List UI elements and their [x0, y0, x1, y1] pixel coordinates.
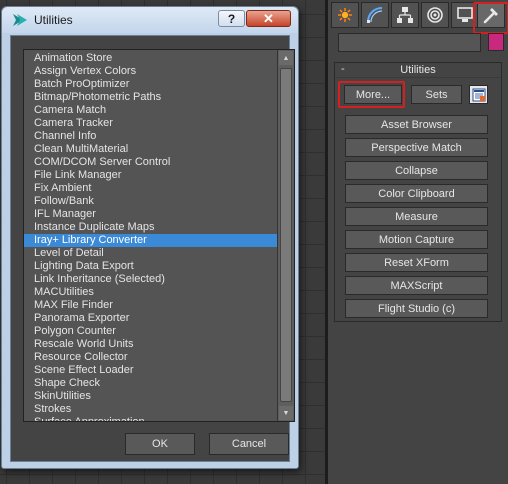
list-item[interactable]: Rescale World Units — [24, 338, 277, 351]
more-button-highlight — [338, 81, 405, 108]
list-item[interactable]: Animation Store — [24, 52, 277, 65]
dialog-title: Utilities — [34, 13, 73, 27]
object-color-swatch[interactable] — [488, 33, 504, 51]
utility-button[interactable]: Reset XForm — [345, 253, 488, 272]
list-item[interactable]: COM/DCOM Server Control — [24, 156, 277, 169]
scroll-down-arrow-icon[interactable]: ▼ — [279, 406, 293, 420]
tab-create[interactable] — [331, 2, 359, 28]
app-logo-icon — [13, 14, 27, 26]
list-item[interactable]: Camera Tracker — [24, 117, 277, 130]
list-item[interactable]: Camera Match — [24, 104, 277, 117]
list-item[interactable]: Surface Approximation — [24, 416, 277, 421]
utilities-list-items: Animation Store Assign Vertex Colors Batch… — [24, 52, 277, 421]
list-item[interactable]: File Link Manager — [24, 169, 277, 182]
display-icon — [457, 7, 473, 22]
scroll-thumb[interactable] — [280, 68, 292, 402]
utility-button[interactable]: Color Clipboard — [345, 184, 488, 203]
list-item[interactable]: Assign Vertex Colors — [24, 65, 277, 78]
collapse-icon: - — [341, 63, 345, 75]
list-item[interactable]: Iray+ Library Converter — [24, 234, 277, 247]
utilities-list[interactable]: Animation Store Assign Vertex Colors Batch… — [23, 49, 295, 422]
utility-button[interactable]: Measure — [345, 207, 488, 226]
list-item[interactable]: Shape Check — [24, 377, 277, 390]
sets-button[interactable]: Sets — [411, 85, 462, 104]
utility-button[interactable]: Perspective Match — [345, 138, 488, 157]
list-item[interactable]: Batch ProOptimizer — [24, 78, 277, 91]
utility-button[interactable]: Asset Browser — [345, 115, 488, 134]
list-item[interactable]: Bitmap/Photometric Paths — [24, 91, 277, 104]
list-item[interactable]: Follow/Bank — [24, 195, 277, 208]
utilities-dialog: Utilities ? ✕ Animation Store Assign Vert… — [1, 6, 299, 469]
list-item[interactable]: Channel Info — [24, 130, 277, 143]
list-item[interactable]: Strokes — [24, 403, 277, 416]
rollout-top-buttons: More... Sets — [335, 81, 501, 108]
list-item[interactable]: Lighting Data Export — [24, 260, 277, 273]
utility-button[interactable]: Collapse — [345, 161, 488, 180]
list-item[interactable]: Polygon Counter — [24, 325, 277, 338]
list-item[interactable]: Clean MultiMaterial — [24, 143, 277, 156]
list-item[interactable]: Resource Collector — [24, 351, 277, 364]
command-panel: - Utilities More... Sets Asset Browser P… — [328, 0, 508, 484]
dialog-title-bar[interactable]: Utilities ? ✕ — [2, 7, 298, 33]
list-item[interactable]: Panorama Exporter — [24, 312, 277, 325]
list-item[interactable]: IFL Manager — [24, 208, 277, 221]
utilities-rollout: - Utilities More... Sets Asset Browser P… — [334, 62, 502, 322]
modify-icon — [367, 7, 383, 23]
hierarchy-icon — [397, 7, 413, 23]
list-item[interactable]: SkinUtilities — [24, 390, 277, 403]
list-item[interactable]: Scene Effect Loader — [24, 364, 277, 377]
configure-button-sets[interactable] — [469, 85, 488, 104]
tab-motion[interactable] — [421, 2, 449, 28]
list-item[interactable]: MAX File Finder — [24, 299, 277, 312]
motion-icon — [427, 7, 443, 23]
rollout-header[interactable]: - Utilities — [335, 63, 501, 78]
utility-button[interactable]: MAXScript — [345, 276, 488, 295]
utility-button[interactable]: Flight Studio (c) — [345, 299, 488, 318]
list-item[interactable]: Fix Ambient — [24, 182, 277, 195]
utilities-tab-highlight — [473, 2, 508, 34]
list-scrollbar[interactable]: ▲ ▼ — [277, 50, 294, 421]
tab-modify[interactable] — [361, 2, 389, 28]
ok-button[interactable]: OK — [125, 433, 195, 455]
rollout-title: Utilities — [400, 64, 436, 76]
close-button[interactable]: ✕ — [246, 10, 291, 27]
utility-button[interactable]: Motion Capture — [345, 230, 488, 249]
dialog-body: Animation Store Assign Vertex Colors Batch… — [10, 35, 295, 462]
help-button[interactable]: ? — [218, 10, 245, 27]
list-item[interactable]: Instance Duplicate Maps — [24, 221, 277, 234]
cancel-button[interactable]: Cancel — [209, 433, 289, 455]
tab-hierarchy[interactable] — [391, 2, 419, 28]
object-name-field[interactable] — [338, 33, 481, 52]
configure-icon — [472, 88, 485, 101]
create-icon — [338, 8, 352, 22]
list-item[interactable]: MACUtilities — [24, 286, 277, 299]
list-item[interactable]: Link Inheritance (Selected) — [24, 273, 277, 286]
list-item[interactable]: Level of Detail — [24, 247, 277, 260]
scroll-up-arrow-icon[interactable]: ▲ — [279, 51, 293, 65]
